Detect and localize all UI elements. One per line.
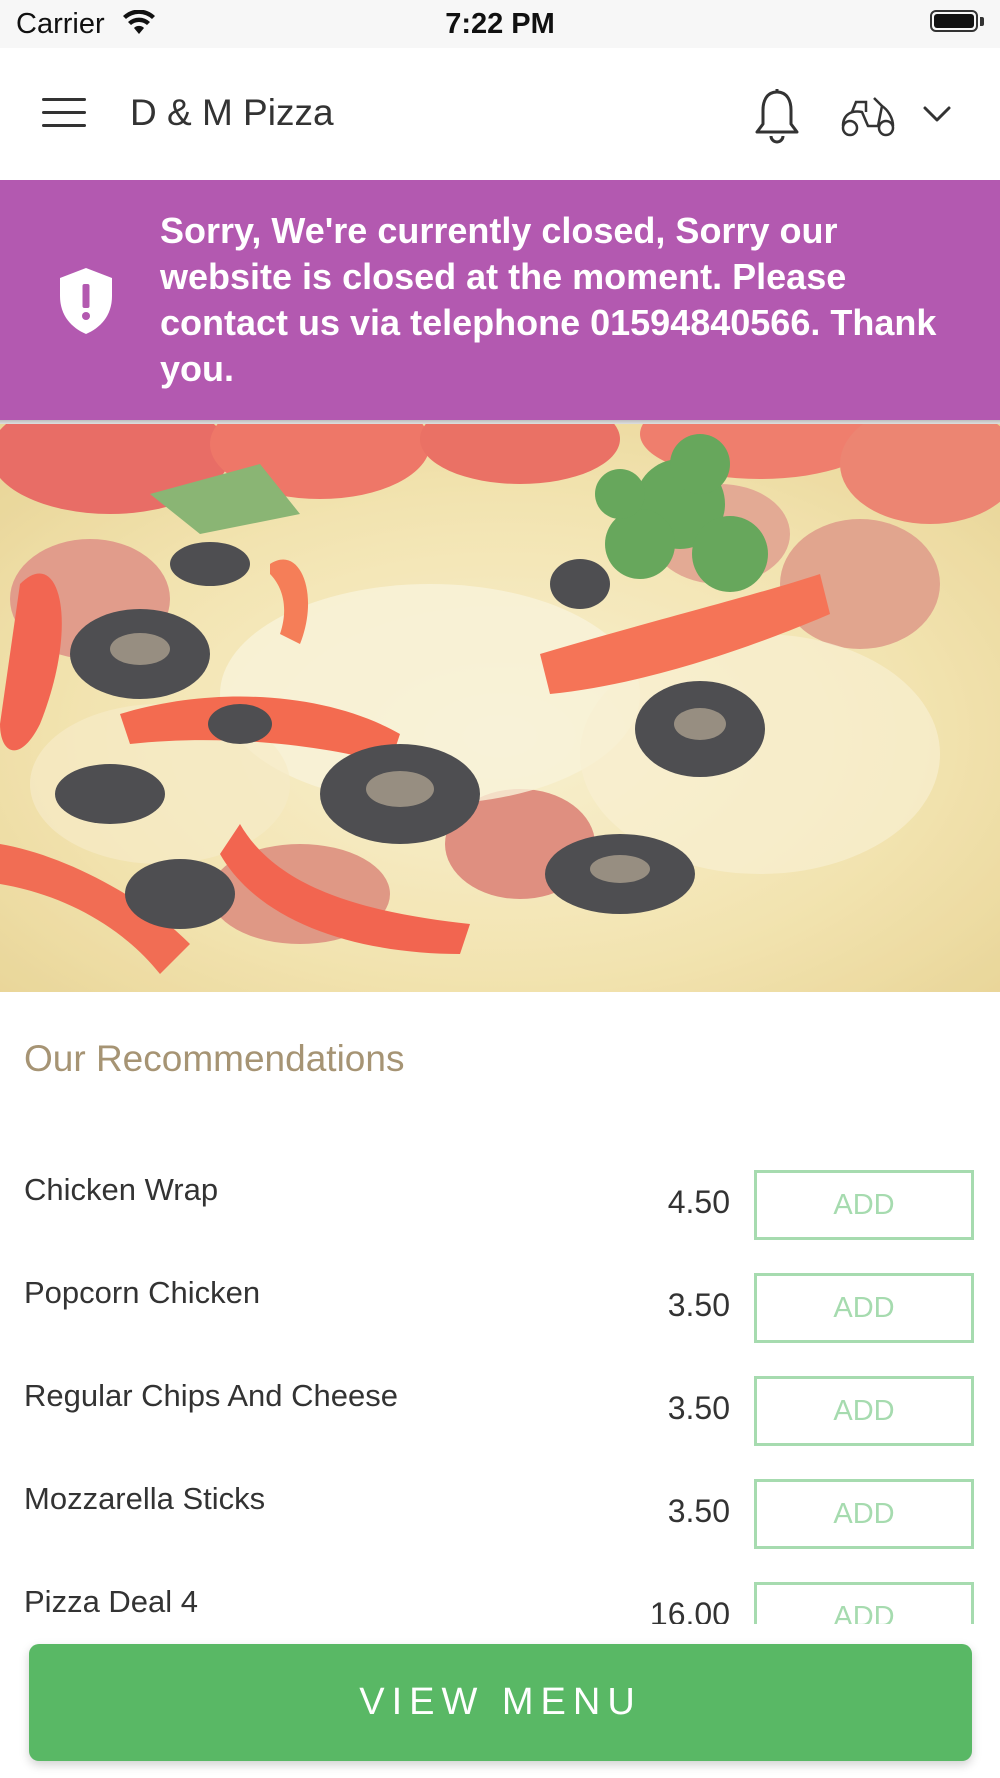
list-item: Mozzarella Sticks 3.50 ADD — [0, 1457, 1000, 1562]
status-time: 7:22 PM — [445, 8, 555, 40]
menu-icon[interactable] — [42, 98, 86, 130]
item-price: 3.50 — [667, 1390, 730, 1426]
add-button[interactable]: ADD — [754, 1479, 974, 1549]
status-bar: Carrier 7:22 PM — [0, 0, 1000, 48]
add-button[interactable]: ADD — [754, 1582, 974, 1624]
shield-alert-icon — [60, 268, 112, 334]
list-item: Popcorn Chicken 3.50 ADD — [0, 1251, 1000, 1356]
list-item: Pizza Deal 4 16.00 ADD — [0, 1560, 1000, 1624]
bell-icon[interactable] — [752, 88, 802, 144]
item-name: Popcorn Chicken — [24, 1275, 261, 1310]
closed-banner: Sorry, We're currently closed, Sorry our… — [0, 180, 1000, 420]
recommendations-list: Chicken Wrap 4.50 ADD Popcorn Chicken 3.… — [0, 1148, 1000, 1624]
view-menu-button[interactable]: VIEW MENU — [29, 1644, 972, 1761]
item-price: 16.00 — [649, 1596, 730, 1624]
item-name: Mozzarella Sticks — [24, 1481, 266, 1516]
item-price: 3.50 — [667, 1493, 730, 1529]
chevron-down-icon[interactable] — [920, 102, 954, 126]
recommendations-heading: Our Recommendations — [24, 1038, 405, 1079]
add-button[interactable]: ADD — [754, 1273, 974, 1343]
list-item: Regular Chips And Cheese 3.50 ADD — [0, 1354, 1000, 1459]
list-item: Chicken Wrap 4.50 ADD — [0, 1148, 1000, 1253]
item-name: Chicken Wrap — [24, 1172, 219, 1207]
closed-message: Sorry, We're currently closed, Sorry our… — [160, 210, 937, 389]
scooter-icon[interactable] — [838, 92, 898, 140]
item-name: Regular Chips And Cheese — [24, 1378, 398, 1413]
add-button[interactable]: ADD — [754, 1170, 974, 1240]
add-button[interactable]: ADD — [754, 1376, 974, 1446]
item-price: 4.50 — [667, 1184, 730, 1220]
battery-icon — [930, 10, 986, 36]
hero-pizza-image — [0, 424, 1000, 992]
item-name: Pizza Deal 4 — [24, 1584, 199, 1619]
item-price: 3.50 — [667, 1287, 730, 1323]
page-title: D & M Pizza — [130, 92, 334, 133]
app-header: D & M Pizza — [0, 48, 1000, 180]
